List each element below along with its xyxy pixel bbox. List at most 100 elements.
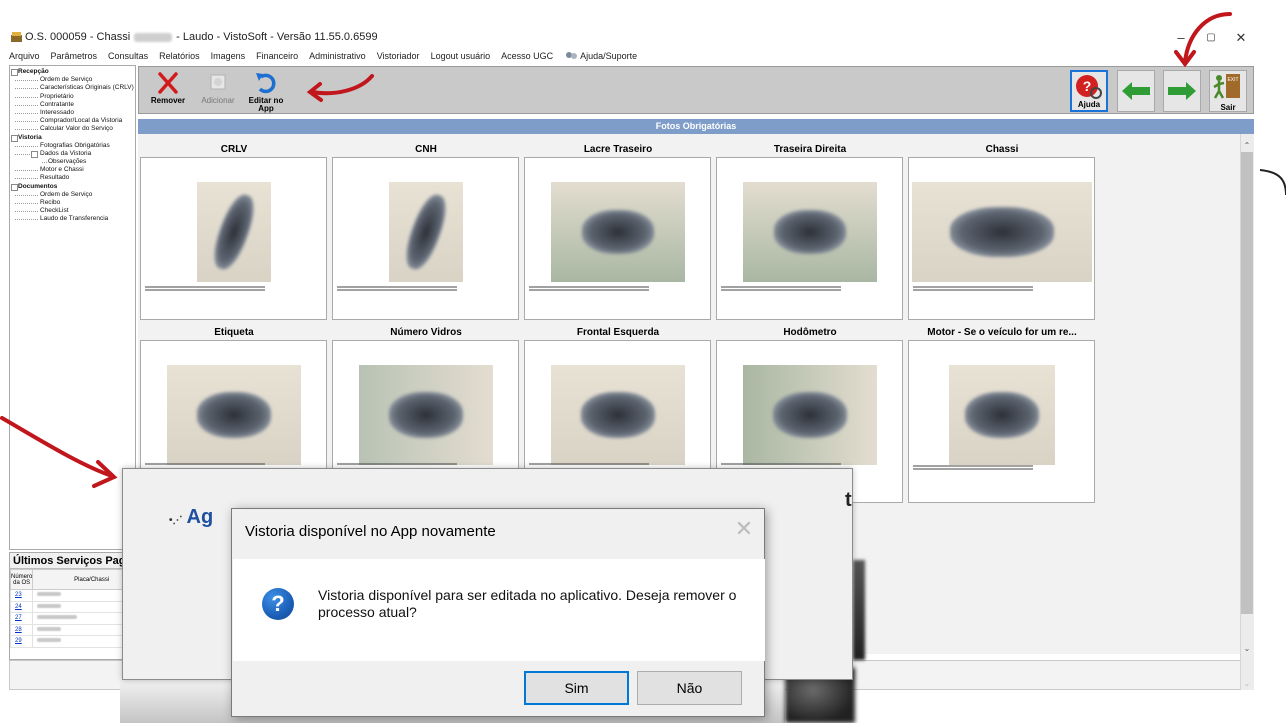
tree-node-recepcao[interactable]: Recepção xyxy=(10,68,135,77)
scroll-down-disabled-icon: ⌄ xyxy=(1243,679,1251,688)
close-window-button[interactable]: ✕ xyxy=(1226,28,1256,48)
navigation-tree: Recepção Ordem de Serviço Característica… xyxy=(9,65,136,550)
background-dialog-text: t xyxy=(845,489,852,511)
tree-node-checklist[interactable]: CheckList xyxy=(10,207,135,215)
photo-image xyxy=(948,365,1055,465)
photo-cnh[interactable]: CNH xyxy=(332,143,520,326)
tree-node-ordem-servico[interactable]: Ordem de Serviço xyxy=(10,76,135,84)
menu-financeiro[interactable]: Financeiro xyxy=(256,51,298,61)
undo-arrow-icon xyxy=(256,73,276,94)
menu-acesso-ugc[interactable]: Acesso UGC xyxy=(501,51,553,61)
help-button[interactable]: ? Ajuda xyxy=(1070,70,1108,112)
exit-button[interactable]: EXIT Sair xyxy=(1209,70,1247,112)
os-link[interactable]: 28 xyxy=(15,627,22,633)
photo-image xyxy=(550,182,685,282)
window-title: O.S. 000059 - Chassi - Laudo - VistoSoft … xyxy=(25,31,378,43)
confirm-dialog: Vistoria disponível no App novamente ✕ ?… xyxy=(231,508,765,717)
photo-image xyxy=(550,365,685,465)
redacted-plate xyxy=(37,626,62,631)
menu-bar: Arquivo Parâmetros Consultas Relatórios … xyxy=(0,48,1286,64)
photo-image xyxy=(358,365,493,465)
scrollbar-thumb[interactable] xyxy=(1241,152,1253,614)
photo-frame xyxy=(524,157,711,320)
tree-node-dados-vistoria[interactable]: Dados da Vistoria xyxy=(10,150,135,159)
minimize-button[interactable]: – xyxy=(1166,28,1196,48)
tree-node-proprietario[interactable]: Proprietário xyxy=(10,93,135,101)
edit-in-app-button[interactable]: Editar no App xyxy=(243,69,289,113)
photo-caption: CNH xyxy=(415,144,437,155)
photo-caption: Etiqueta xyxy=(214,327,254,338)
photo-caption: Número Vidros xyxy=(390,327,462,338)
arrow-left-icon xyxy=(1122,82,1150,100)
menu-arquivo[interactable]: Arquivo xyxy=(9,51,40,61)
dialog-body: ? Vistoria disponível para ser editada n… xyxy=(233,559,765,661)
os-link[interactable]: 24 xyxy=(15,604,22,610)
menu-consultas[interactable]: Consultas xyxy=(108,51,148,61)
help-icon: ? xyxy=(1076,75,1102,99)
scroll-up-icon[interactable]: ⌃ xyxy=(1241,140,1253,152)
menu-vistoriador[interactable]: Vistoriador xyxy=(377,51,420,61)
blurred-photo-edge xyxy=(853,560,865,660)
menu-imagens[interactable]: Imagens xyxy=(211,51,246,61)
os-link[interactable]: 23 xyxy=(15,592,22,598)
question-icon: ? xyxy=(262,588,294,620)
menu-parametros[interactable]: Parâmetros xyxy=(51,51,98,61)
tree-node-documentos[interactable]: Documentos xyxy=(10,183,135,191)
redacted-plate xyxy=(37,615,78,620)
os-link[interactable]: 27 xyxy=(15,615,22,621)
photo-crlv[interactable]: CRLV xyxy=(140,143,328,326)
support-icon xyxy=(566,52,578,59)
photo-caption: Frontal Esquerda xyxy=(576,327,660,338)
restore-button[interactable]: ▢ xyxy=(1196,28,1226,48)
title-bar: O.S. 000059 - Chassi - Laudo - VistoSoft … xyxy=(0,28,1286,48)
photo-caption: Lacre Traseiro xyxy=(583,144,653,155)
photo-frame xyxy=(332,157,519,320)
dialog-close-icon[interactable]: ✕ xyxy=(732,517,756,541)
tree-node-resultado[interactable]: Resultado xyxy=(10,174,135,182)
menu-ajuda-suporte[interactable]: Ajuda/Suporte xyxy=(564,51,637,61)
edit-in-app-label: Editar no App xyxy=(248,96,284,113)
dialog-title: Vistoria disponível no App novamente xyxy=(245,523,496,540)
menu-administrativo[interactable]: Administrativo xyxy=(309,51,366,61)
photo-image xyxy=(196,182,271,282)
next-button[interactable] xyxy=(1163,70,1201,112)
scroll-down-icon[interactable]: ⌄ xyxy=(1241,643,1253,655)
tree-node-doc-ordem-servico[interactable]: Ordem de Serviço xyxy=(10,191,135,199)
tree-node-caracteristicas[interactable]: Características Originais (CRLV) xyxy=(10,84,135,92)
menu-relatorios[interactable]: Relatórios xyxy=(159,51,200,61)
add-button[interactable]: Adicionar xyxy=(195,69,241,113)
yes-button[interactable]: Sim xyxy=(524,671,629,705)
os-link[interactable]: 29 xyxy=(15,638,22,644)
tree-node-recibo[interactable]: Recibo xyxy=(10,199,135,207)
photo-frame xyxy=(908,157,1095,320)
exit-label: Sair xyxy=(1220,103,1236,112)
col-number-header: Número da OS xyxy=(9,569,34,590)
tree-node-vistoria[interactable]: Vistoria xyxy=(10,134,135,142)
app-icon xyxy=(11,32,22,42)
tree-node-contratante[interactable]: Contratante xyxy=(10,101,135,109)
remove-button[interactable]: Remover xyxy=(145,69,191,113)
menu-ajuda-suporte-label: Ajuda/Suporte xyxy=(580,51,638,61)
photo-image xyxy=(742,182,877,282)
tree-node-observacoes[interactable]: Observações xyxy=(10,158,135,166)
photo-image xyxy=(742,365,877,465)
tree-node-motor-chassi[interactable]: Motor e Chassi xyxy=(10,166,135,174)
tree-node-laudo-transferencia[interactable]: Laudo de Transferencia xyxy=(10,215,135,223)
photo-frame xyxy=(908,340,1095,503)
photo-caption: Chassi xyxy=(985,144,1019,155)
svg-text:EXIT: EXIT xyxy=(1227,77,1238,83)
tree-node-calcular-valor[interactable]: Calcular Valor do Serviço xyxy=(10,125,135,133)
photo-caption: Motor - Se o veículo for um re... xyxy=(927,327,1077,338)
menu-logout[interactable]: Logout usuário xyxy=(431,51,491,61)
tree-node-comprador[interactable]: Comprador/Local da Vistoria xyxy=(10,117,135,125)
tree-node-interessado[interactable]: Interessado xyxy=(10,109,135,117)
no-button[interactable]: Não xyxy=(637,671,742,705)
previous-button[interactable] xyxy=(1117,70,1155,112)
photo-motor[interactable]: Motor - Se o veículo for um re... xyxy=(908,326,1096,509)
redacted-plate xyxy=(37,638,62,643)
photo-traseira-direita[interactable]: Traseira Direita xyxy=(716,143,904,326)
tree-node-fotografias[interactable]: Fotografias Obrigatórias xyxy=(10,142,135,150)
photo-chassi[interactable]: Chassi xyxy=(908,143,1096,326)
photo-lacre-traseiro[interactable]: Lacre Traseiro xyxy=(524,143,712,326)
brand-logo: •⋰ Ag xyxy=(169,506,214,528)
